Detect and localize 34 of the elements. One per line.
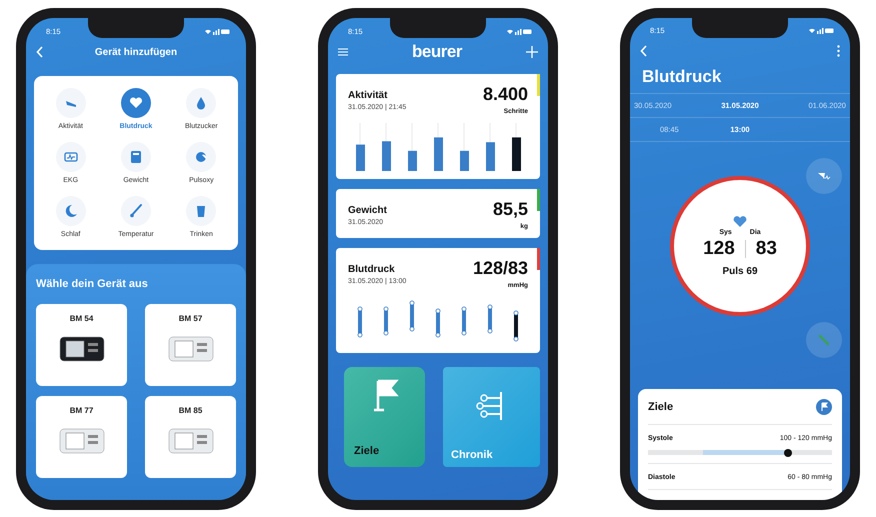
back-icon (36, 46, 44, 58)
card-title: Blutdruck (348, 264, 396, 275)
goal-slider[interactable] (648, 450, 832, 455)
thermometer-icon (128, 203, 144, 219)
status-icons (204, 28, 230, 34)
slider-thumb[interactable] (784, 448, 792, 456)
card-value: 8.400 (482, 84, 528, 105)
shortcut-tile[interactable]: Ziele (344, 367, 425, 467)
more-icon (837, 45, 840, 58)
brand-logo: beurer (412, 42, 462, 62)
flag-badge-icon (816, 399, 832, 415)
card-title: Gewicht (348, 205, 387, 216)
heart-rate-button[interactable] (806, 158, 842, 194)
menu-icon (338, 48, 348, 56)
device-card[interactable]: BM 85 (145, 396, 236, 478)
heart-icon (128, 95, 144, 111)
pulse-value: Puls 69 (722, 266, 758, 277)
goals-title: Ziele (648, 401, 674, 413)
back-icon (640, 45, 648, 58)
device-card[interactable]: BM 54 (36, 304, 127, 386)
status-icons (808, 27, 834, 34)
plus-icon (526, 46, 538, 58)
card-title: Aktivität (348, 90, 388, 101)
status-icons (506, 28, 532, 34)
device-card[interactable]: BM 77 (36, 396, 127, 478)
screen-title: Blutdruck (641, 66, 722, 88)
section-heading: Wähle dein Gerät aus (36, 278, 149, 290)
heart-icon (733, 216, 747, 227)
screen-title: Gerät hinzufügen (94, 46, 178, 58)
card-value: 128/83 (472, 258, 528, 279)
card-value: 85,5 (492, 199, 528, 220)
diastolic-value: 83 (756, 238, 777, 260)
systolic-value: 128 (703, 238, 735, 260)
device-card[interactable]: BM 57 (145, 304, 236, 386)
